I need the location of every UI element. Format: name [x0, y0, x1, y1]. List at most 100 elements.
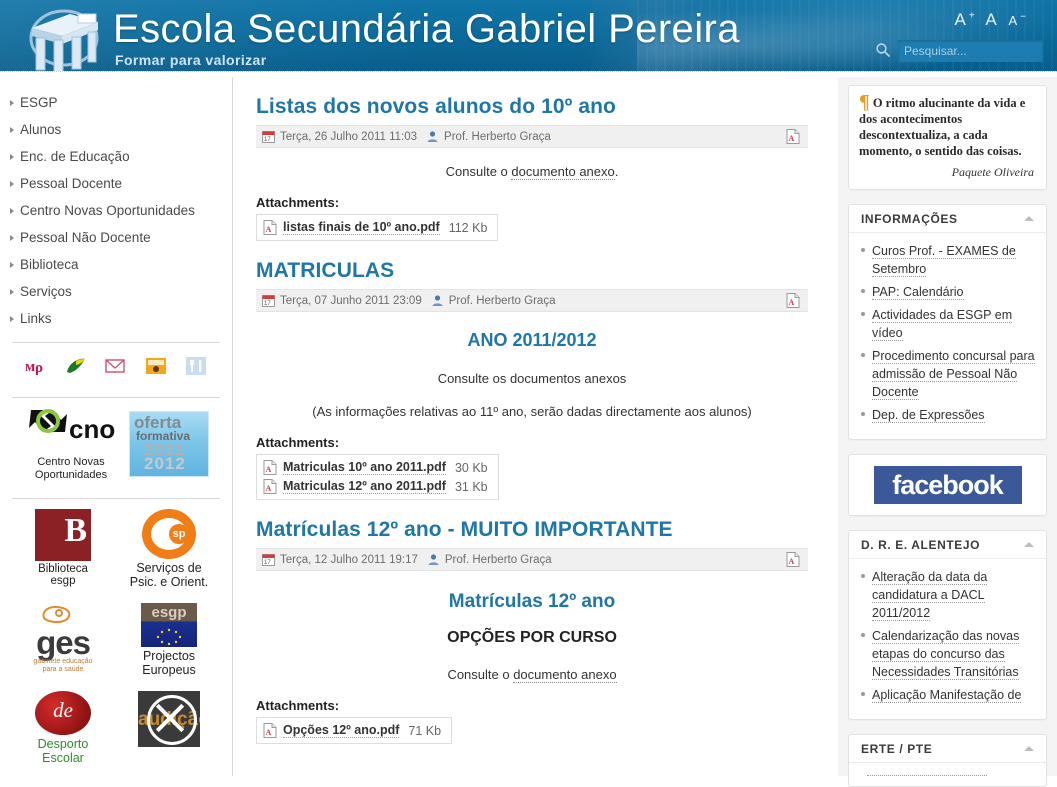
sidebar-item-label[interactable]: Centro Novas Oportunidades [20, 203, 195, 218]
svg-text:17: 17 [264, 560, 271, 566]
list-item[interactable]: Alteração da data da candidatura a DACL … [859, 568, 1036, 627]
panel-link[interactable]: Calendarização das novas etapas do concu… [872, 629, 1020, 680]
panel-header[interactable]: INFORMAÇÕES [849, 205, 1046, 233]
attachment-name[interactable]: Opções 12º ano.pdf [283, 723, 400, 738]
classroom-icon[interactable] [144, 355, 168, 377]
chevron-up-icon[interactable] [1024, 746, 1034, 751]
school-building-icon[interactable] [18, 4, 110, 74]
font-size-controls: A+ A A− [952, 10, 1029, 30]
search-input[interactable] [898, 40, 1043, 62]
attachments-box: A Matriculas 10º ano 2011.pdf 30 Kb A Ma… [256, 454, 499, 500]
site-subtitle: Formar para valorizar [115, 52, 267, 68]
sidebar-item-enc-educacao[interactable]: Enc. de Educação [0, 143, 232, 170]
biblioteca-esgp-logo[interactable]: B Biblioteca esgp [13, 505, 113, 595]
attachments-label: Attachments: [256, 698, 340, 713]
sidebar-item-label[interactable]: Pessoal Não Docente [20, 230, 151, 245]
svg-text:A: A [266, 225, 272, 234]
ges-sub-1: gabinete educação [33, 658, 93, 665]
bullet-icon [861, 353, 865, 357]
panel-link[interactable]: Dep. de Expressões [872, 408, 985, 423]
panel-link-list: Alteração da data da candidatura a DACL … [849, 559, 1046, 719]
sidebar-item-biblioteca[interactable]: Biblioteca [0, 251, 232, 278]
pe-caption-2: Europeus [142, 663, 196, 677]
sidebar-item-pessoal-nao-docente[interactable]: Pessoal Não Docente [0, 224, 232, 251]
oferta-formativa-banner[interactable]: oferta formativa 2011 2012 [129, 411, 209, 477]
article-title[interactable]: MATRICULAS [256, 259, 808, 283]
sidebar-item-alunos[interactable]: Alunos [0, 116, 232, 143]
sp-mark: sp [142, 509, 196, 559]
panel-link[interactable]: Aplicação Manifestação de [872, 688, 1022, 703]
attachment-name[interactable]: Matriculas 10º ano 2011.pdf [283, 460, 446, 475]
sidebar-item-label[interactable]: Enc. de Educação [20, 149, 130, 164]
sidebar-item-label[interactable]: Serviços [20, 284, 72, 299]
article-title[interactable]: Matrículas 12º ano - MUITO IMPORTANTE [256, 518, 808, 542]
partner-banners: cno Centro Novas Oportunidades oferta fo… [0, 398, 232, 488]
desporto-escolar-logo[interactable]: de Desporto Escolar [13, 687, 113, 771]
attachment-item[interactable]: A Matriculas 12º ano 2011.pdf 31 Kb [263, 477, 488, 496]
cno-banner[interactable]: cno Centro Novas Oportunidades [23, 406, 119, 482]
partner-logo-grid: B Biblioteca esgp sp Serviços de Psic. e O… [0, 499, 232, 771]
sidebar-item-links[interactable]: Links [0, 305, 232, 332]
user-icon [427, 553, 440, 566]
panel-link[interactable]: Procedimento concursal para admissão de … [872, 349, 1035, 400]
leaf-icon[interactable] [64, 355, 88, 377]
panel-header[interactable]: ERTE / PTE [849, 735, 1046, 763]
sidebar-item-label[interactable]: Links [20, 311, 52, 326]
panel-title: INFORMAÇÕES [861, 211, 958, 226]
sidebar-item-servicos[interactable]: Serviços [0, 278, 232, 305]
servicos-psicologia-logo[interactable]: sp Serviços de Psic. e Orient. [119, 505, 219, 595]
panel-link[interactable]: Actividades da ESGP em vídeo [872, 308, 1013, 341]
list-item[interactable]: Procedimento concursal para admissão de … [859, 347, 1036, 406]
sidebar-item-label[interactable]: Biblioteca [20, 257, 79, 272]
article-body-link[interactable]: documento anexo [513, 667, 617, 683]
panel-link[interactable]: PAP: Calendário [872, 285, 964, 300]
sidebar-item-label[interactable]: Alunos [20, 122, 61, 137]
chevron-up-icon[interactable] [1024, 216, 1034, 221]
attachment-item[interactable]: A Opções 12º ano.pdf 71 Kb [263, 721, 441, 740]
quote-author: Paquete Oliveira [951, 165, 1034, 179]
article-author: Prof. Herberto Graça [448, 294, 556, 307]
panel-link[interactable]: Curos Prof. - EXAMES de Setembro [872, 244, 1016, 277]
pdf-icon[interactable]: A [786, 552, 800, 570]
article-note: (As informações relativas ao 11º ano, se… [312, 404, 752, 419]
list-item[interactable]: Calendarização das novas etapas do concu… [859, 627, 1036, 686]
pdf-icon[interactable]: A [786, 293, 800, 311]
list-item[interactable]: PAP: Calendário [859, 283, 1036, 306]
sidebar-item-centro-novas-oportunidades[interactable]: Centro Novas Oportunidades [0, 197, 232, 224]
sidebar-item-label[interactable]: Pessoal Docente [20, 176, 122, 191]
font-increase-button[interactable]: A+ [952, 10, 977, 29]
attachment-name[interactable]: listas finais de 10º ano.pdf [283, 220, 440, 235]
article-title[interactable]: Listas dos novos alunos do 10º ano [256, 95, 808, 119]
biblioteca-caption-2: esgp [50, 575, 76, 587]
list-item[interactable]: Actividades da ESGP em vídeo [859, 306, 1036, 347]
font-decrease-button[interactable]: A− [1006, 12, 1029, 28]
cutlery-icon[interactable] [184, 355, 208, 377]
list-item[interactable]: Aplicação Manifestação de [859, 686, 1036, 709]
panel-link[interactable]: Alteração da data da candidatura a DACL … [872, 570, 988, 621]
list-item[interactable]: Dep. de Expressões [859, 406, 1036, 429]
mail-icon[interactable] [104, 355, 128, 377]
search-icon[interactable] [875, 42, 891, 61]
ges-logo[interactable]: ges gabinete educação para a saúde [13, 599, 113, 683]
sidebar-item-label[interactable]: ESGP [20, 95, 58, 110]
attachment-name[interactable]: Matriculas 12º ano 2011.pdf [283, 479, 446, 494]
pdf-icon[interactable]: A [786, 129, 800, 147]
main-content: Listas dos novos alunos do 10º ano 17 Te… [234, 77, 830, 776]
biblioteca-mark: B [35, 509, 91, 561]
facebook-panel[interactable]: facebook [848, 454, 1047, 516]
article-body-link[interactable]: documento anexo [511, 164, 615, 180]
audicao-logo[interactable]: audição [119, 687, 219, 771]
panel-header[interactable]: D. R. E. ALENTEJO [849, 531, 1046, 559]
facebook-logo[interactable]: facebook [873, 466, 1022, 504]
projectos-europeus-logo[interactable]: esgp Projectos Europeus [119, 599, 219, 683]
moodle-icon[interactable]: мρ [24, 355, 48, 377]
sidebar-item-pessoal-docente[interactable]: Pessoal Docente [0, 170, 232, 197]
attachment-item[interactable]: A Matriculas 10º ano 2011.pdf 30 Kb [263, 458, 488, 477]
sidebar-item-esgp[interactable]: ESGP [0, 89, 232, 116]
ges-brain-icon [42, 605, 71, 623]
attachment-item[interactable]: A listas finais de 10º ano.pdf 112 Kb [263, 218, 487, 237]
attachments-block: Attachments: A Matriculas 10º ano 2011.p… [256, 435, 808, 500]
list-item[interactable]: Curos Prof. - EXAMES de Setembro [859, 242, 1036, 283]
font-normal-button[interactable]: A [984, 10, 999, 29]
chevron-up-icon[interactable] [1024, 542, 1034, 547]
